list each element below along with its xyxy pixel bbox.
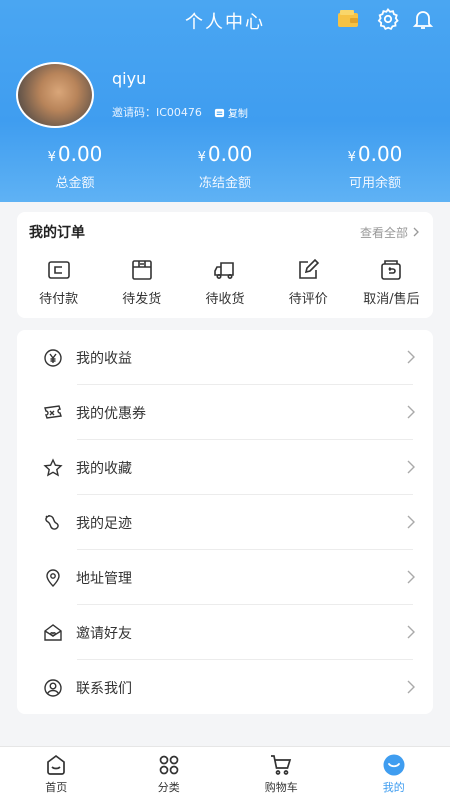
order-pending-payment[interactable]: 待付款 <box>17 252 100 312</box>
menu-item-coupons[interactable]: 我的优惠券 <box>17 385 433 440</box>
wallet-card-icon <box>47 260 70 279</box>
menu-item-address[interactable]: 地址管理 <box>17 550 433 605</box>
user-circle-icon <box>43 678 63 698</box>
orders-header: 我的订单 查看全部 <box>17 212 433 252</box>
menu-item-contact-us[interactable]: 联系我们 <box>17 660 433 715</box>
footprint-icon <box>43 513 63 533</box>
chevron-right-icon <box>406 625 416 639</box>
profile-icon <box>383 754 405 775</box>
balance-label: 总金额 <box>55 176 95 191</box>
currency-symbol: ¥ <box>47 150 56 165</box>
menu-item-label: 邀请好友 <box>76 625 132 642</box>
chevron-right-icon <box>406 515 416 529</box>
currency-symbol: ¥ <box>347 150 356 165</box>
order-pending-review[interactable]: 待评价 <box>267 252 350 312</box>
order-item-label: 待收货 <box>205 291 245 307</box>
invite-label: 邀请码： <box>112 106 156 119</box>
home-icon <box>47 754 66 775</box>
nav-label: 购物车 <box>264 780 298 794</box>
balance-label: 可用余额 <box>348 176 401 191</box>
avatar[interactable] <box>16 62 94 128</box>
view-all-orders-link[interactable]: 查看全部 <box>360 224 421 241</box>
menu-item-label: 我的收益 <box>76 350 132 367</box>
view-all-label: 查看全部 <box>359 225 408 240</box>
menu-item-footprints[interactable]: 我的足迹 <box>17 495 433 550</box>
top-bar: 个人中心 <box>0 0 450 40</box>
star-icon <box>43 457 63 478</box>
copy-button[interactable]: 复制 <box>214 105 248 120</box>
nav-label: 分类 <box>157 780 180 794</box>
category-icon <box>159 755 179 774</box>
mail-heart-icon <box>43 623 63 643</box>
order-item-label: 取消/售后 <box>363 291 420 307</box>
wallet-icon[interactable] <box>336 7 360 31</box>
order-pending-receipt[interactable]: 待收货 <box>183 252 266 312</box>
balance-amount: 0.00 <box>207 142 253 166</box>
menu-item-earnings[interactable]: 我的收益 <box>17 330 433 385</box>
balance-amount: 0.00 <box>57 142 103 166</box>
menu-item-label: 我的足迹 <box>76 515 132 532</box>
menu-item-label: 我的优惠券 <box>76 405 146 422</box>
chevron-right-icon <box>406 460 416 474</box>
chevron-right-icon <box>406 680 416 694</box>
nav-label: 首页 <box>45 780 68 794</box>
nav-label: 我的 <box>382 780 405 794</box>
order-after-sales[interactable]: 取消/售后 <box>350 252 433 312</box>
balance-frozen[interactable]: ¥0.00 冻结金额 <box>150 140 300 191</box>
invite-row: 邀请码： IC00476 复制 <box>112 104 248 120</box>
menu-item-label: 地址管理 <box>76 570 132 587</box>
order-item-label: 待发货 <box>122 291 162 307</box>
balance-available[interactable]: ¥0.00 可用余额 <box>300 140 450 191</box>
chevron-right-icon <box>406 405 416 419</box>
currency-symbol: ¥ <box>197 150 206 165</box>
balance-total[interactable]: ¥0.00 总金额 <box>0 140 150 191</box>
location-icon <box>43 568 63 588</box>
yen-circle-icon <box>43 348 63 368</box>
order-item-label: 待付款 <box>39 291 79 307</box>
return-icon <box>381 259 402 280</box>
edit-icon <box>299 258 320 279</box>
balance-amount: 0.00 <box>357 142 403 166</box>
chevron-right-icon <box>406 350 416 364</box>
copy-label: 复制 <box>227 108 248 120</box>
gear-icon[interactable] <box>376 7 400 31</box>
nav-home[interactable]: 首页 <box>0 747 113 800</box>
chevron-right-icon <box>406 570 416 584</box>
order-pending-shipment[interactable]: 待发货 <box>100 252 183 312</box>
box-icon <box>131 259 152 280</box>
menu-item-label: 联系我们 <box>76 680 132 697</box>
order-item-label: 待评价 <box>288 291 328 307</box>
username: qiyu <box>112 69 147 88</box>
nav-profile[interactable]: 我的 <box>338 747 450 800</box>
menu-item-label: 我的收藏 <box>76 460 132 477</box>
truck-icon <box>214 261 234 279</box>
coupon-icon <box>43 403 63 423</box>
chevron-right-icon <box>413 227 419 237</box>
invite-code: IC00476 <box>156 105 202 119</box>
nav-cart[interactable]: 购物车 <box>225 747 338 800</box>
bell-icon[interactable] <box>411 7 435 31</box>
balance-label: 冻结金额 <box>198 176 251 191</box>
copy-icon <box>214 108 225 117</box>
order-status-row: 待付款 待发货 待收货 待评价 取消/售后 <box>17 252 433 312</box>
cart-icon <box>271 754 292 775</box>
orders-card: 我的订单 查看全部 待付款 待发货 待收货 待评价 取消/售后 <box>17 212 433 318</box>
orders-title: 我的订单 <box>29 225 85 241</box>
bottom-nav: 首页 分类 购物车 我的 <box>0 746 450 800</box>
menu-item-favorites[interactable]: 我的收藏 <box>17 440 433 495</box>
menu-item-invite-friends[interactable]: 邀请好友 <box>17 605 433 660</box>
nav-category[interactable]: 分类 <box>113 747 226 800</box>
menu-card: 我的收益 我的优惠券 我的收藏 我的足迹 地址管理 邀请好友 联系我们 <box>17 330 433 714</box>
balance-summary: ¥0.00 总金额 ¥0.00 冻结金额 ¥0.00 可用余额 <box>0 140 450 191</box>
